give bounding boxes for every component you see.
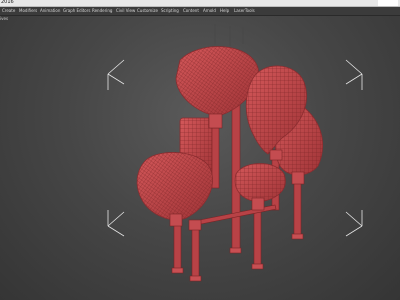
menu-item-content[interactable]: Content (183, 7, 199, 15)
menu-item-rendering[interactable]: Rendering (92, 7, 112, 15)
menu-item-graph-editors[interactable]: Graph Editors (63, 7, 90, 15)
title-bar: 2016 (0, 0, 400, 7)
menu-bar: Create Modifiers Animation Graph Editors… (0, 7, 400, 16)
perspective-viewport[interactable] (0, 16, 400, 300)
menu-item-create[interactable]: Create (2, 7, 15, 15)
menu-item-scripting[interactable]: Scripting (161, 7, 179, 15)
lamp-top-round (175, 46, 259, 129)
menu-item-animation[interactable]: Animation (40, 7, 60, 15)
window-controls[interactable] (378, 0, 398, 6)
menu-item-arnold[interactable]: Arnold (203, 7, 216, 15)
lamp-front-left (136, 152, 213, 231)
menu-item-customize[interactable]: Customize (137, 7, 158, 15)
menu-item-lasertools[interactable]: LaserTools (234, 7, 255, 15)
viewport-scene (107, 24, 363, 282)
menu-item-civil-view[interactable]: Civil View (116, 7, 135, 15)
viewport-label[interactable]: ives (0, 16, 8, 22)
hanging-wires (214, 24, 244, 46)
window-title: 2016 (1, 0, 14, 5)
menu-item-modifiers[interactable]: Modifiers (19, 7, 37, 15)
menu-item-help[interactable]: Help (220, 7, 229, 15)
